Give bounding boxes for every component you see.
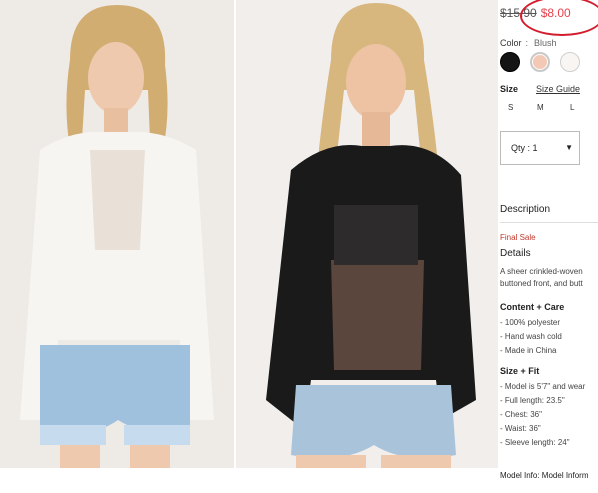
details-text-line-2: buttoned front, and butt <box>500 279 583 288</box>
price-highlight-circle <box>520 0 598 36</box>
description-divider <box>500 222 598 223</box>
product-photo-white[interactable] <box>0 0 234 468</box>
product-photo-black[interactable] <box>236 0 498 468</box>
size-option-m[interactable]: M <box>537 103 544 112</box>
description-heading[interactable]: Description <box>500 204 550 215</box>
content-care-heading: Content + Care <box>500 302 565 312</box>
content-care-item: - 100% polyester <box>500 318 561 327</box>
color-row: Color: Blush <box>500 38 557 48</box>
color-label: Color <box>500 38 522 48</box>
size-fit-item: - Full length: 23.5" <box>500 396 565 405</box>
caret-down-icon: ▼ <box>565 143 573 152</box>
size-option-s[interactable]: S <box>508 103 513 112</box>
size-guide-link[interactable]: Size Guide <box>536 84 580 94</box>
content-care-item: - Made in China <box>500 346 557 355</box>
size-option-l[interactable]: L <box>570 103 574 112</box>
size-fit-heading: Size + Fit <box>500 366 540 376</box>
details-text-line-1: A sheer crinkled-woven <box>500 267 583 276</box>
size-label: Size <box>500 84 519 94</box>
size-fit-item: - Model is 5'7" and wear <box>500 382 586 391</box>
model-info-text: Model Info: Model Inform <box>500 471 589 480</box>
color-swatch-blush[interactable] <box>530 52 550 72</box>
final-sale-label: Final Sale <box>500 233 536 242</box>
color-selected-value: Blush <box>534 38 557 48</box>
content-care-item: - Hand wash cold <box>500 332 562 341</box>
size-fit-item: - Waist: 36" <box>500 424 541 433</box>
details-heading: Details <box>500 248 531 259</box>
size-fit-item: - Sleeve length: 24" <box>500 438 570 447</box>
quantity-label: Qty : 1 <box>511 143 538 153</box>
color-separator: : <box>525 38 529 48</box>
color-swatch-white[interactable] <box>560 52 580 72</box>
size-fit-item: - Chest: 36" <box>500 410 542 419</box>
color-swatch-black[interactable] <box>500 52 520 72</box>
product-detail-panel: $15.90 $8.00 Color: Blush Size Size Guide … <box>498 0 598 493</box>
photo-bottom-strip <box>0 468 498 493</box>
quantity-select[interactable]: Qty : 1 ▼ <box>500 131 580 165</box>
